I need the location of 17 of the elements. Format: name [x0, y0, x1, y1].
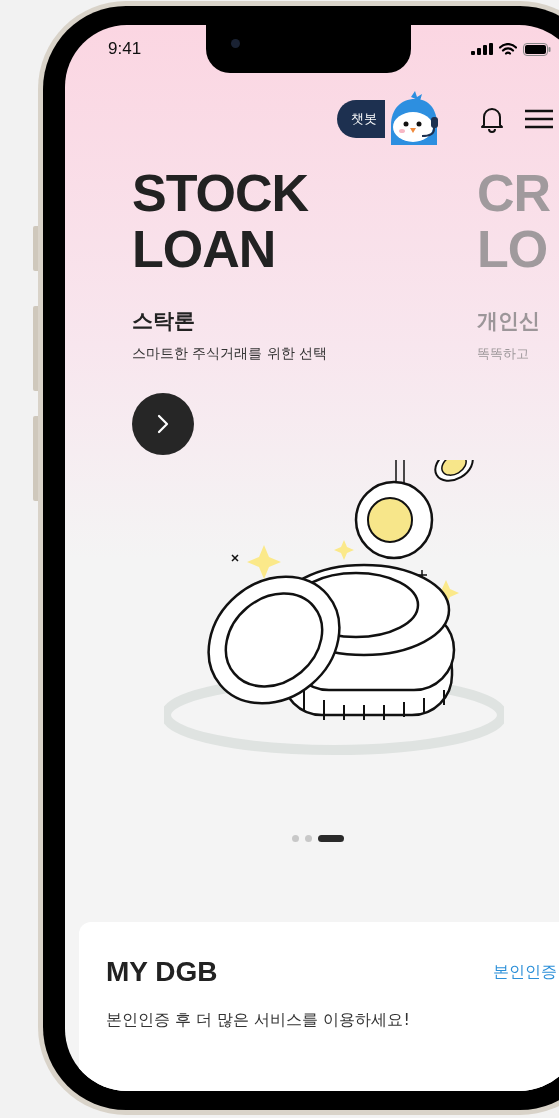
slide-description: 똑똑하고 — [477, 345, 530, 363]
wifi-icon — [499, 42, 517, 56]
chevron-right-icon — [156, 413, 170, 435]
status-time: 9:41 — [108, 39, 142, 59]
slide-description: 스마트한 주식거래를 위한 선택 — [132, 345, 329, 363]
slide-title: CR LO — [477, 165, 552, 277]
pager-dot[interactable] — [292, 835, 299, 842]
signal-icon — [471, 43, 493, 55]
battery-icon — [523, 42, 551, 56]
chatbot-button[interactable]: 챗봇 — [337, 100, 385, 138]
slide-subtitle: 개인신 — [477, 308, 541, 335]
card-title: MY DGB — [106, 956, 218, 988]
card-message: 본인인증 후 더 많은 서비스를 이용하세요! — [106, 1010, 411, 1031]
slide-subtitle: 스탁론 — [132, 308, 196, 335]
slide-title: STOCK LOAN — [132, 165, 310, 277]
verify-identity-link[interactable]: 본인인증 — [493, 961, 557, 983]
pager-dot[interactable] — [305, 835, 312, 842]
